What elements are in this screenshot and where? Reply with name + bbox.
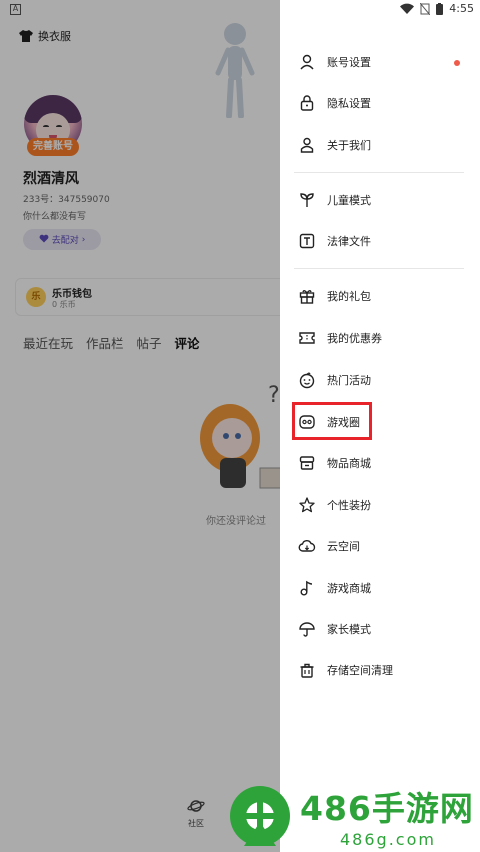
menu-item-item-store[interactable]: 物品商城 [280, 445, 480, 481]
menu-item-privacy-settings[interactable]: 隐私设置 [280, 85, 480, 121]
watermark-title: 486手游网 [300, 789, 474, 828]
menu-label: 账号设置 [327, 56, 371, 69]
menu-divider [294, 268, 464, 269]
store-icon [299, 456, 315, 470]
menu-item-about-us[interactable]: 关于我们 [280, 127, 480, 163]
music-note-icon [300, 580, 313, 596]
menu-item-my-coupons[interactable]: 我的优惠券 [280, 320, 480, 356]
menu-item-account-settings[interactable]: 账号设置 [280, 44, 480, 80]
menu-item-kids-mode[interactable]: 儿童模式 [280, 182, 480, 218]
menu-label: 个性装扮 [327, 499, 371, 512]
menu-label: 儿童模式 [327, 194, 371, 207]
menu-item-cloud-space[interactable]: 云空间 [280, 528, 480, 564]
menu-label: 热门活动 [327, 374, 371, 387]
smile-icon [299, 372, 315, 389]
battery-icon [436, 2, 444, 15]
watermark-url: 486g.com [340, 830, 436, 849]
menu-item-game-store[interactable]: 游戏商城 [280, 570, 480, 606]
trash-icon [300, 663, 314, 678]
about-icon [300, 137, 314, 153]
menu-label: 我的优惠券 [327, 332, 382, 345]
highlight-annotation [292, 402, 372, 440]
menu-item-personal-dressup[interactable]: 个性装扮 [280, 487, 480, 523]
menu-label: 存储空间清理 [327, 664, 393, 677]
menu-label: 隐私设置 [327, 97, 371, 110]
gift-icon [299, 290, 315, 304]
menu-item-hot-events[interactable]: 热门活动 [280, 362, 480, 398]
lock-icon [300, 95, 314, 111]
status-bar: 4:55 [400, 2, 474, 15]
profile-page: A 换衣服 完善账号 烈酒清风 233号：347559070 你什么都没有写 去… [0, 0, 280, 852]
menu-label: 关于我们 [327, 139, 371, 152]
settings-drawer: 账号设置 隐私设置 关于我们 儿童模式 法律文件 我的礼包 我的优惠券 热门活动… [280, 0, 480, 852]
menu-label: 游戏商城 [327, 582, 371, 595]
menu-item-my-gifts[interactable]: 我的礼包 [280, 278, 480, 314]
watermark-logo-icon [230, 786, 290, 846]
menu-divider [294, 172, 464, 173]
sprout-icon [300, 193, 314, 207]
umbrella-icon [299, 622, 315, 637]
drawer-scrim[interactable] [0, 0, 280, 852]
menu-label: 我的礼包 [327, 290, 371, 303]
status-time: 4:55 [449, 2, 474, 15]
menu-item-storage-cleanup[interactable]: 存储空间清理 [280, 652, 480, 688]
menu-item-parent-mode[interactable]: 家长模式 [280, 611, 480, 647]
no-signal-icon [420, 2, 431, 15]
menu-label: 法律文件 [327, 235, 371, 248]
menu-item-legal-documents[interactable]: 法律文件 [280, 223, 480, 259]
notification-dot [454, 60, 460, 66]
wifi-icon [400, 3, 415, 14]
menu-label: 家长模式 [327, 623, 371, 636]
cloud-icon [298, 540, 316, 552]
menu-label: 物品商城 [327, 457, 371, 470]
document-icon [299, 233, 315, 249]
menu-label: 云空间 [327, 540, 360, 553]
coupon-icon [299, 332, 315, 344]
watermark: 486手游网 486g.com [222, 776, 480, 852]
user-icon [300, 54, 314, 70]
star-icon [299, 497, 315, 513]
